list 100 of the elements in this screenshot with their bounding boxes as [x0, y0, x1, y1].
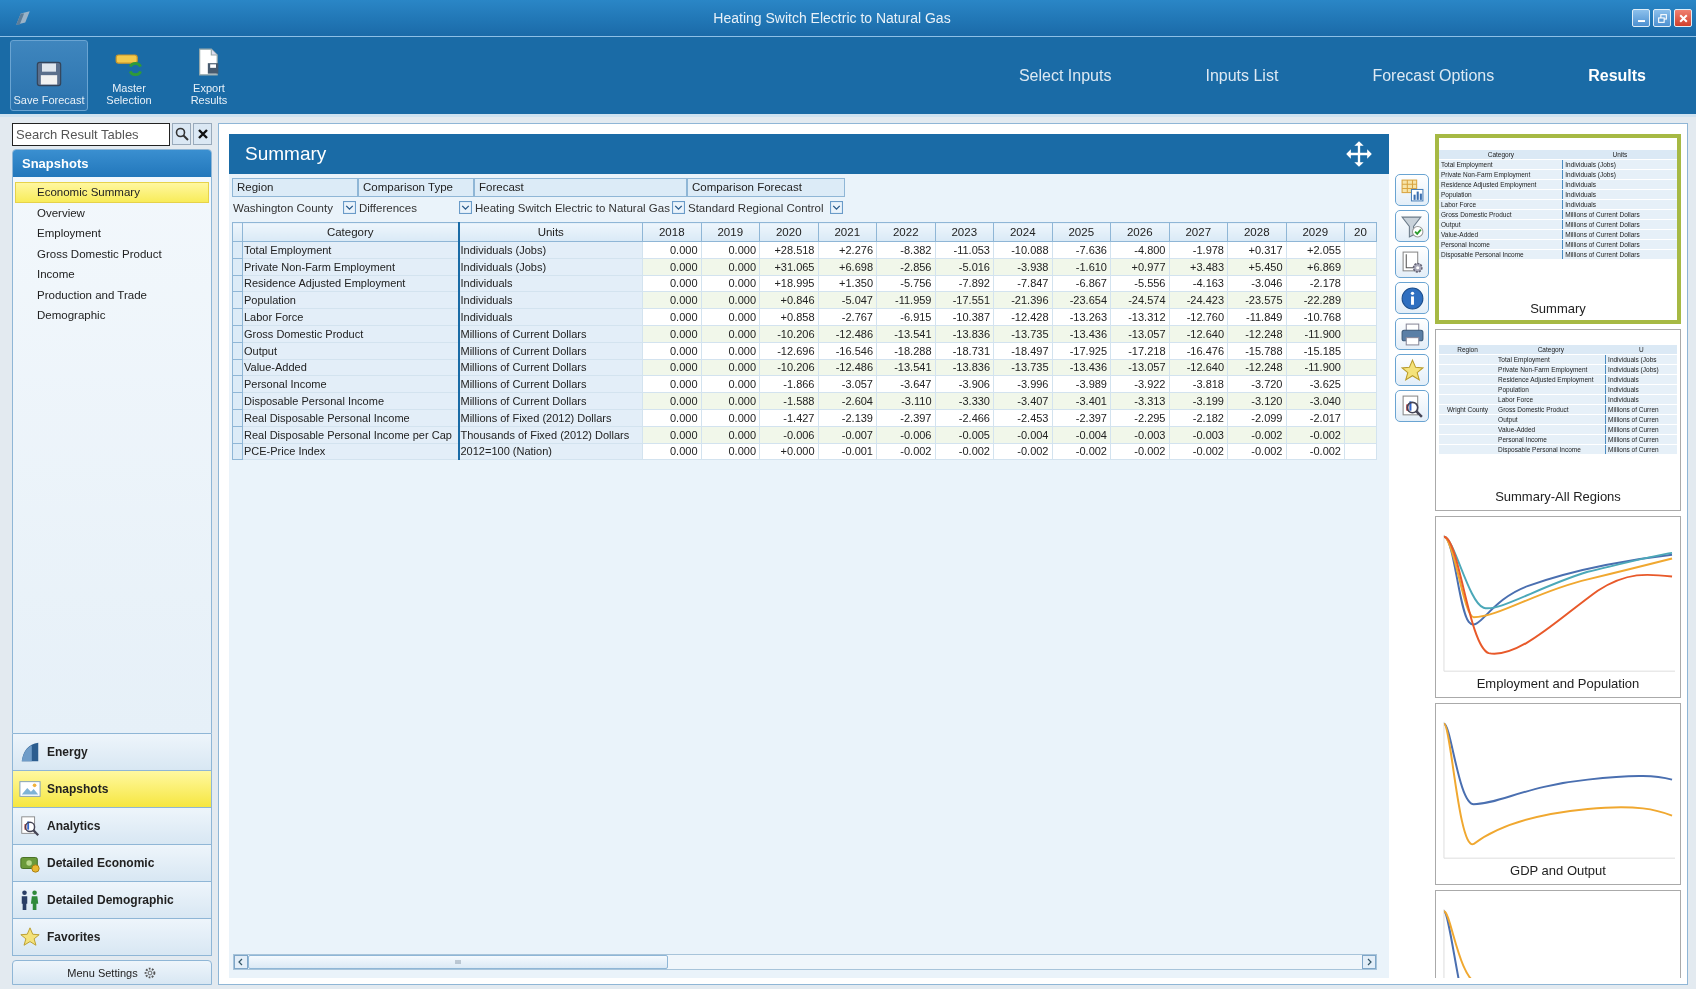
- sidebar-section-button[interactable]: Energy: [12, 734, 212, 771]
- sidebar-item[interactable]: Income: [15, 264, 209, 285]
- column-header[interactable]: 2021: [818, 222, 877, 242]
- column-header[interactable]: Category: [242, 222, 459, 242]
- sidebar-header: Snapshots: [13, 150, 211, 177]
- column-header[interactable]: 2022: [876, 222, 935, 242]
- scroll-right-button[interactable]: [1362, 955, 1376, 969]
- restore-icon: [1656, 12, 1668, 24]
- search-field[interactable]: Search Result Tables: [12, 123, 170, 146]
- thumbnail-title: GDP and Output: [1509, 862, 1607, 880]
- sidebar-item[interactable]: Demographic: [15, 305, 209, 326]
- row-indicator[interactable]: [232, 375, 243, 393]
- nav-tab[interactable]: Inputs List: [1205, 60, 1279, 91]
- info-icon: [1399, 285, 1425, 311]
- clear-search-button[interactable]: [193, 123, 212, 145]
- row-indicator[interactable]: [232, 308, 243, 326]
- print-button[interactable]: [1395, 318, 1429, 350]
- filter-label: Comparison Forecast: [687, 178, 845, 197]
- search-icon: [174, 127, 189, 141]
- info-button[interactable]: [1395, 282, 1429, 314]
- toolbar-button[interactable]: Save Forecast: [10, 40, 88, 111]
- thumbnail-card[interactable]: GDP and Output: [1435, 703, 1681, 885]
- thumbnail-card[interactable]: Employment and Population: [1435, 516, 1681, 698]
- close-button[interactable]: [1674, 9, 1692, 27]
- filter-label: Comparison Type: [358, 178, 474, 197]
- sidebar-item[interactable]: Production and Trade: [15, 284, 209, 305]
- nav-tab[interactable]: Select Inputs: [1018, 60, 1112, 91]
- horizontal-scrollbar[interactable]: [233, 954, 1377, 970]
- close-icon: [195, 127, 210, 141]
- nav-tab[interactable]: Forecast Options: [1372, 60, 1495, 91]
- sidebar-item[interactable]: Economic Summary: [15, 182, 209, 203]
- row-indicator[interactable]: [232, 342, 243, 360]
- thumbnail-title: Employment and Population: [1475, 675, 1641, 693]
- restore-button[interactable]: [1653, 9, 1671, 27]
- search-button[interactable]: [172, 123, 191, 145]
- filter-button[interactable]: [1395, 210, 1429, 242]
- column-header[interactable]: 20: [1344, 222, 1377, 242]
- minimize-button[interactable]: [1632, 9, 1650, 27]
- sidebar-section-button[interactable]: Analytics: [12, 808, 212, 845]
- menu-settings-button[interactable]: Menu Settings: [12, 960, 212, 985]
- gear-icon: [142, 965, 157, 980]
- sidebar-item[interactable]: Gross Domestic Product: [15, 243, 209, 264]
- row-indicator[interactable]: [232, 258, 243, 276]
- filter-dropdown[interactable]: Heating Switch Electric to Natural Gas: [474, 197, 687, 216]
- caret-icon: [459, 201, 472, 214]
- caret-icon: [830, 201, 843, 214]
- column-header[interactable]: 2020: [759, 222, 818, 242]
- sidebar-section-button[interactable]: Favorites: [12, 919, 212, 956]
- chart-gear-icon: [1399, 249, 1425, 275]
- thumbnail-card[interactable]: [1435, 329, 1681, 511]
- row-indicator[interactable]: [232, 291, 243, 309]
- sidebar-section-button[interactable]: Detailed Demographic: [12, 882, 212, 919]
- analyze-button[interactable]: [1395, 390, 1429, 422]
- picture-icon: [19, 778, 41, 800]
- printer-icon: [1399, 321, 1425, 347]
- row-indicator[interactable]: [232, 392, 243, 410]
- magnifier-chart-icon: [19, 815, 41, 837]
- column-header[interactable]: 2023: [935, 222, 994, 242]
- filter-dropdown[interactable]: Standard Regional Control: [687, 197, 845, 216]
- sidebar-item[interactable]: Overview: [15, 202, 209, 223]
- column-header[interactable]: Units: [458, 222, 643, 242]
- row-indicator[interactable]: [232, 275, 243, 292]
- people-icon: [19, 889, 41, 911]
- table-chart-button[interactable]: [1395, 174, 1429, 206]
- chart-settings-button[interactable]: [1395, 246, 1429, 278]
- caret-icon: [343, 201, 356, 214]
- filter-dropdown[interactable]: Differences: [358, 197, 474, 216]
- row-indicator: [232, 222, 243, 242]
- row-indicator[interactable]: [232, 409, 243, 427]
- swoosh-icon: [19, 741, 41, 763]
- row-indicator[interactable]: [232, 443, 243, 460]
- close-icon: [1677, 12, 1689, 24]
- minimize-icon: [1637, 19, 1645, 23]
- thumbnail-card[interactable]: [1435, 134, 1681, 324]
- column-header[interactable]: 2024: [993, 222, 1052, 242]
- scroll-left-button[interactable]: [234, 955, 248, 969]
- column-header[interactable]: 2028: [1227, 222, 1286, 242]
- column-header[interactable]: 2027: [1169, 222, 1228, 242]
- scroll-thumb[interactable]: [248, 955, 668, 969]
- sidebar-item[interactable]: Employment: [15, 223, 209, 244]
- column-header[interactable]: 2029: [1286, 222, 1345, 242]
- sidebar-section-button[interactable]: Snapshots: [12, 771, 212, 808]
- thumbnail-title: Summary: [1529, 300, 1587, 318]
- row-indicator[interactable]: [232, 426, 243, 444]
- table-chart-icon: [1399, 177, 1425, 203]
- nav-tab[interactable]: Results: [1588, 60, 1646, 91]
- toolbar-button[interactable]: Export Results: [170, 40, 248, 111]
- toolbar-button[interactable]: Master Selection: [90, 40, 168, 111]
- column-header[interactable]: 2018: [642, 222, 701, 242]
- row-indicator[interactable]: [232, 325, 243, 343]
- column-header[interactable]: 2026: [1110, 222, 1169, 242]
- column-header[interactable]: 2019: [701, 222, 760, 242]
- filter-label: Forecast: [474, 178, 687, 197]
- sidebar-section-button[interactable]: Detailed Economic: [12, 845, 212, 882]
- move-icon[interactable]: [1345, 140, 1373, 168]
- row-indicator[interactable]: [232, 241, 243, 259]
- row-indicator[interactable]: [232, 359, 243, 376]
- filter-icon: [1399, 213, 1425, 239]
- column-header[interactable]: 2025: [1052, 222, 1111, 242]
- filter-dropdown[interactable]: Washington County: [232, 197, 358, 216]
